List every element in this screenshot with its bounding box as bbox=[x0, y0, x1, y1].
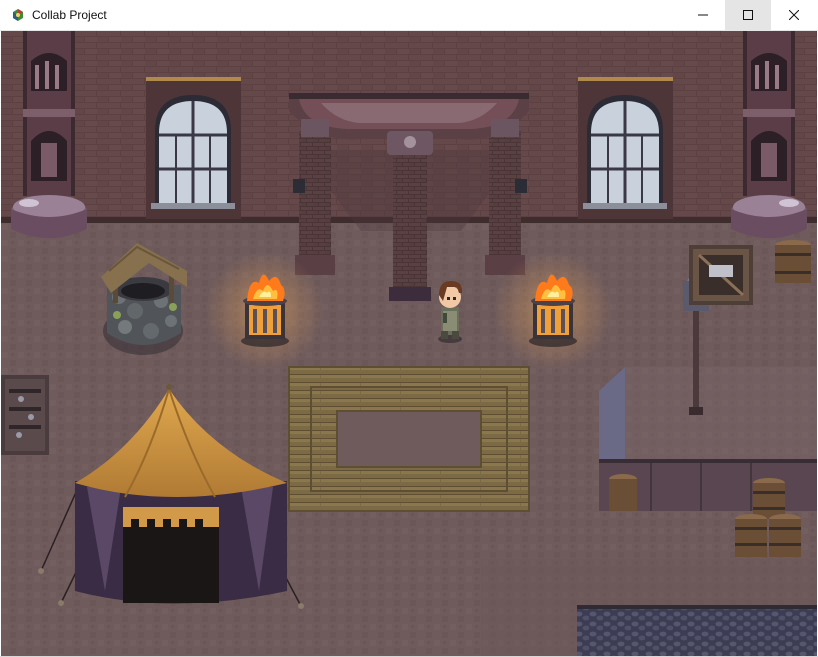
minimize-icon bbox=[698, 10, 708, 20]
close-icon bbox=[789, 10, 799, 20]
wooden-rug bbox=[288, 366, 530, 512]
maximize-icon bbox=[743, 10, 753, 20]
game-viewport[interactable] bbox=[1, 31, 817, 656]
minimize-button[interactable] bbox=[680, 0, 726, 30]
stone-ledge bbox=[481, 559, 817, 656]
arched-window-right bbox=[578, 77, 673, 219]
maximize-button[interactable] bbox=[725, 0, 771, 30]
rpg-maker-app-icon bbox=[10, 7, 26, 23]
arched-window-left bbox=[146, 77, 241, 219]
stone-gazebo bbox=[289, 93, 529, 301]
wooden-crate[interactable] bbox=[689, 245, 753, 305]
window-title: Collab Project bbox=[32, 8, 107, 22]
player-character[interactable] bbox=[438, 281, 463, 343]
wall-rack bbox=[1, 375, 49, 455]
close-button[interactable] bbox=[771, 0, 817, 30]
window-title-bar[interactable]: Collab Project bbox=[0, 0, 818, 31]
